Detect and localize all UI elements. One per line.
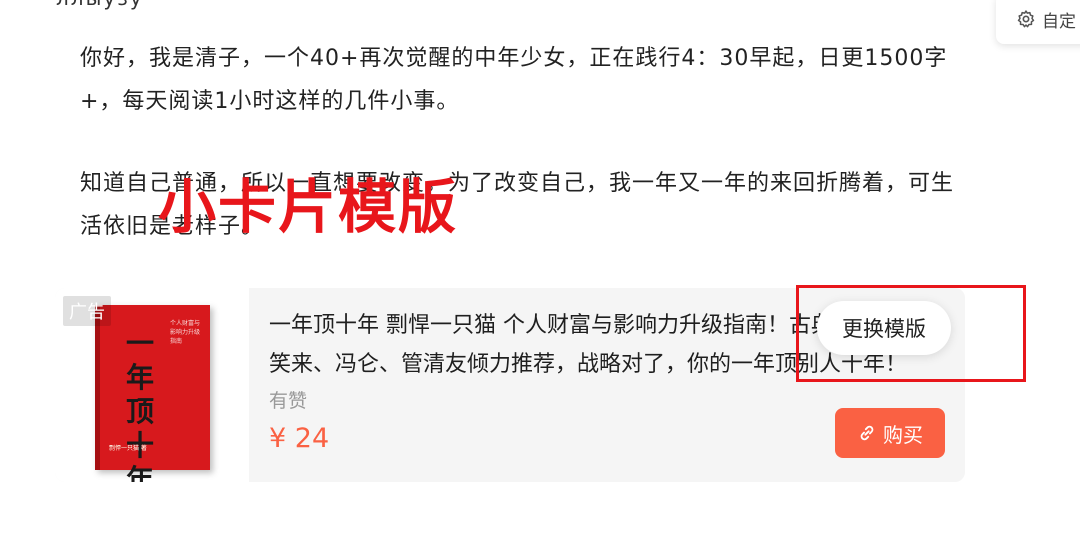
ad-badge: 广告 [63,296,111,326]
customize-label: 自定 [1042,11,1076,32]
book-cover-title: 一年顶十年 [125,327,154,482]
book-spine [95,305,100,470]
product-source: 有赞 [269,390,308,412]
book-cover: 一年顶十年 个人财富与影响力升级指南 剽悍一只猫 著 [95,305,210,482]
product-price: ¥ 24 [269,423,330,454]
buy-button[interactable]: 购买 [835,408,945,458]
annotation-highlight-box [796,285,1026,382]
link-icon [860,425,874,441]
book-cover-author: 剽悍一只猫 著 [109,445,147,452]
customize-button[interactable]: 自定 [996,0,1080,44]
top-text-fragment: ллыузу ··· [56,0,177,10]
article-paragraph-1: 你好，我是清子，一个40+再次觉醒的中年少女，正在践行4：30早起，日更1500… [80,46,948,114]
annotation-label: 小卡片模版 [158,173,459,241]
product-image[interactable]: 一年顶十年 个人财富与影响力升级指南 剽悍一只猫 著 广告 [55,288,249,482]
buy-label: 购买 [883,422,923,447]
gear-icon [1017,10,1035,28]
book-cover-subtitle: 个人财富与影响力升级指南 [170,320,201,345]
